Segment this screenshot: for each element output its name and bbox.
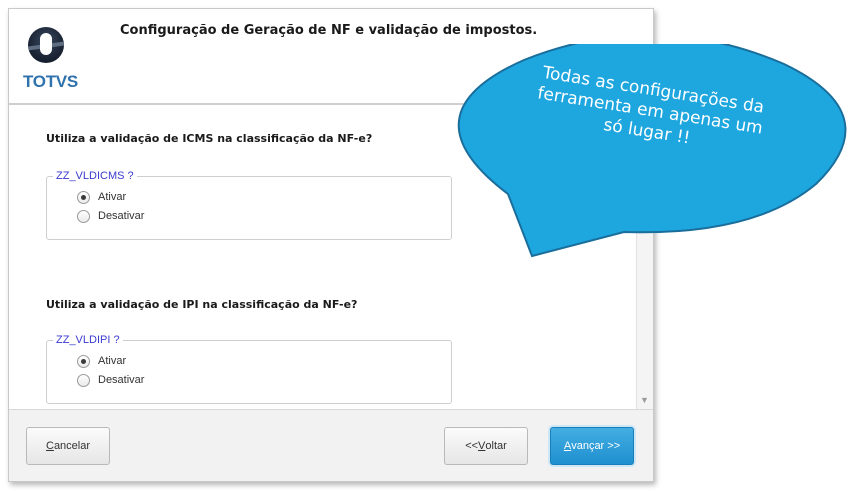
- back-button[interactable]: << Voltar: [444, 427, 528, 465]
- radio-label: Ativar: [98, 355, 127, 367]
- back-prefix: <<: [465, 440, 479, 452]
- radio-label: Ativar: [98, 191, 127, 203]
- dialog-title: Configuração de Geração de NF e validaçã…: [120, 23, 538, 38]
- radio-button-icon[interactable]: [77, 373, 90, 387]
- back-label: oltar: [485, 440, 507, 452]
- radio-label: Desativar: [98, 374, 145, 386]
- radio-button-checked-icon[interactable]: [77, 190, 90, 204]
- radio-option-ipi-desativar[interactable]: Desativar: [77, 372, 144, 388]
- totvs-logo: TOTVS: [23, 27, 78, 99]
- radio-option-icms-ativar[interactable]: Ativar: [77, 189, 126, 205]
- group-label-zz-vldicms: ZZ_VLDICMS ?: [53, 169, 137, 183]
- cancel-label: ancelar: [53, 440, 91, 452]
- totvs-logo-icon: [28, 27, 64, 63]
- radio-button-icon[interactable]: [77, 209, 90, 223]
- next-accelerator: A: [563, 440, 572, 452]
- group-zz-vldipi: ZZ_VLDIPI ? Ativar Desativar: [46, 333, 452, 404]
- cancel-button[interactable]: Cancelar: [26, 427, 110, 465]
- radio-label: Desativar: [98, 210, 145, 222]
- radio-option-ipi-ativar[interactable]: Ativar: [77, 353, 126, 369]
- question-icms: Utiliza a validação de ICMS na classific…: [46, 132, 373, 145]
- radio-button-checked-icon[interactable]: [77, 354, 90, 368]
- scroll-down-arrow-icon[interactable]: ▼: [636, 392, 653, 409]
- logo-text: TOTVS: [23, 72, 78, 91]
- back-accelerator: V: [478, 440, 486, 452]
- cancel-accelerator: C: [45, 440, 54, 452]
- group-zz-vldicms: ZZ_VLDICMS ? Ativar Desativar: [46, 169, 452, 240]
- dialog-footer: Cancelar << Voltar Avançar >>: [9, 409, 653, 481]
- radio-option-icms-desativar[interactable]: Desativar: [77, 208, 144, 224]
- question-ipi: Utiliza a validação de IPI na classifica…: [46, 298, 358, 311]
- group-label-zz-vldipi: ZZ_VLDIPI ?: [53, 333, 123, 347]
- next-button[interactable]: Avançar >>: [550, 427, 634, 465]
- next-label: vançar >>: [571, 440, 621, 452]
